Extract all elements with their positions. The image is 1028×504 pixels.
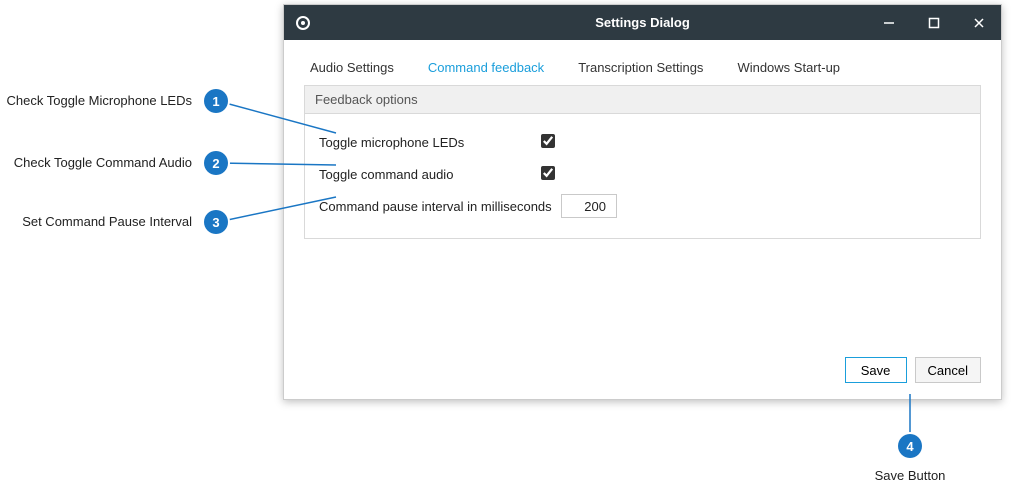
- feedback-options-group: Feedback options Toggle microphone LEDs …: [304, 85, 981, 239]
- callout-badge-3: 3: [204, 210, 228, 234]
- callout-badge-2: 2: [204, 151, 228, 175]
- content-area: Feedback options Toggle microphone LEDs …: [284, 85, 1001, 399]
- toggle-audio-checkbox[interactable]: [541, 166, 555, 180]
- callout-label-1: Check Toggle Microphone LEDs: [4, 93, 192, 108]
- callout-badge-4: 4: [898, 434, 922, 458]
- callout-label-4: Save Button: [868, 468, 952, 483]
- toggle-leds-label: Toggle microphone LEDs: [319, 135, 541, 150]
- titlebar: Settings Dialog: [284, 5, 1001, 40]
- callout-badge-1: 1: [204, 89, 228, 113]
- maximize-button[interactable]: [911, 5, 956, 40]
- row-toggle-audio: Toggle command audio: [319, 158, 966, 190]
- app-icon: [294, 14, 312, 32]
- row-pause-interval: Command pause interval in milliseconds: [319, 190, 966, 222]
- pause-interval-control: [561, 194, 617, 218]
- toggle-leds-control: [541, 134, 555, 151]
- tab-windows-startup[interactable]: Windows Start-up: [731, 54, 846, 85]
- callout-label-3: Set Command Pause Interval: [20, 214, 192, 229]
- pause-interval-label: Command pause interval in milliseconds: [319, 199, 561, 214]
- window-title: Settings Dialog: [595, 15, 690, 30]
- dialog-footer: Save Cancel: [304, 345, 981, 383]
- tab-audio-settings[interactable]: Audio Settings: [304, 54, 400, 85]
- callout-label-2: Check Toggle Command Audio: [4, 155, 192, 170]
- window-controls: [866, 5, 1001, 40]
- settings-dialog: Settings Dialog Audio Settings Command f…: [283, 4, 1002, 400]
- toggle-audio-control: [541, 166, 555, 183]
- row-toggle-leds: Toggle microphone LEDs: [319, 126, 966, 158]
- close-button[interactable]: [956, 5, 1001, 40]
- group-body: Toggle microphone LEDs Toggle command au…: [305, 114, 980, 238]
- minimize-button[interactable]: [866, 5, 911, 40]
- tab-transcription-settings[interactable]: Transcription Settings: [572, 54, 709, 85]
- toggle-audio-label: Toggle command audio: [319, 167, 541, 182]
- save-button[interactable]: Save: [845, 357, 907, 383]
- pause-interval-input[interactable]: [561, 194, 617, 218]
- group-header: Feedback options: [305, 86, 980, 114]
- toggle-leds-checkbox[interactable]: [541, 134, 555, 148]
- cancel-button[interactable]: Cancel: [915, 357, 981, 383]
- tab-bar: Audio Settings Command feedback Transcri…: [284, 40, 1001, 85]
- tab-command-feedback[interactable]: Command feedback: [422, 54, 550, 85]
